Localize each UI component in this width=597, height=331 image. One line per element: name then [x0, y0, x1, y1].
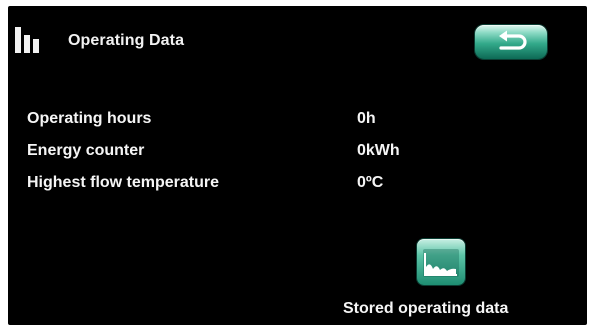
energy-counter-label: Energy counter: [27, 142, 145, 159]
stored-operating-data-label: Stored operating data: [343, 300, 509, 317]
operating-hours-value: 0h: [357, 110, 376, 127]
highest-flow-temperature-label: Highest flow temperature: [27, 174, 220, 191]
stored-operating-data-button[interactable]: Stored operating data: [338, 234, 548, 320]
operating-hours-label: Operating hours: [27, 110, 152, 127]
page-title: Operating Data: [68, 32, 185, 49]
energy-counter-value: 0kWh: [357, 142, 400, 159]
bar-chart-icon: [14, 25, 44, 55]
return-arrow-icon: [499, 30, 527, 50]
display-screen: Operating Data Operating hours 0h Energy…: [8, 6, 587, 325]
line-graph-icon: [417, 239, 465, 285]
back-button[interactable]: [475, 25, 547, 59]
highest-flow-temperature-value: 0ºC: [357, 174, 384, 191]
